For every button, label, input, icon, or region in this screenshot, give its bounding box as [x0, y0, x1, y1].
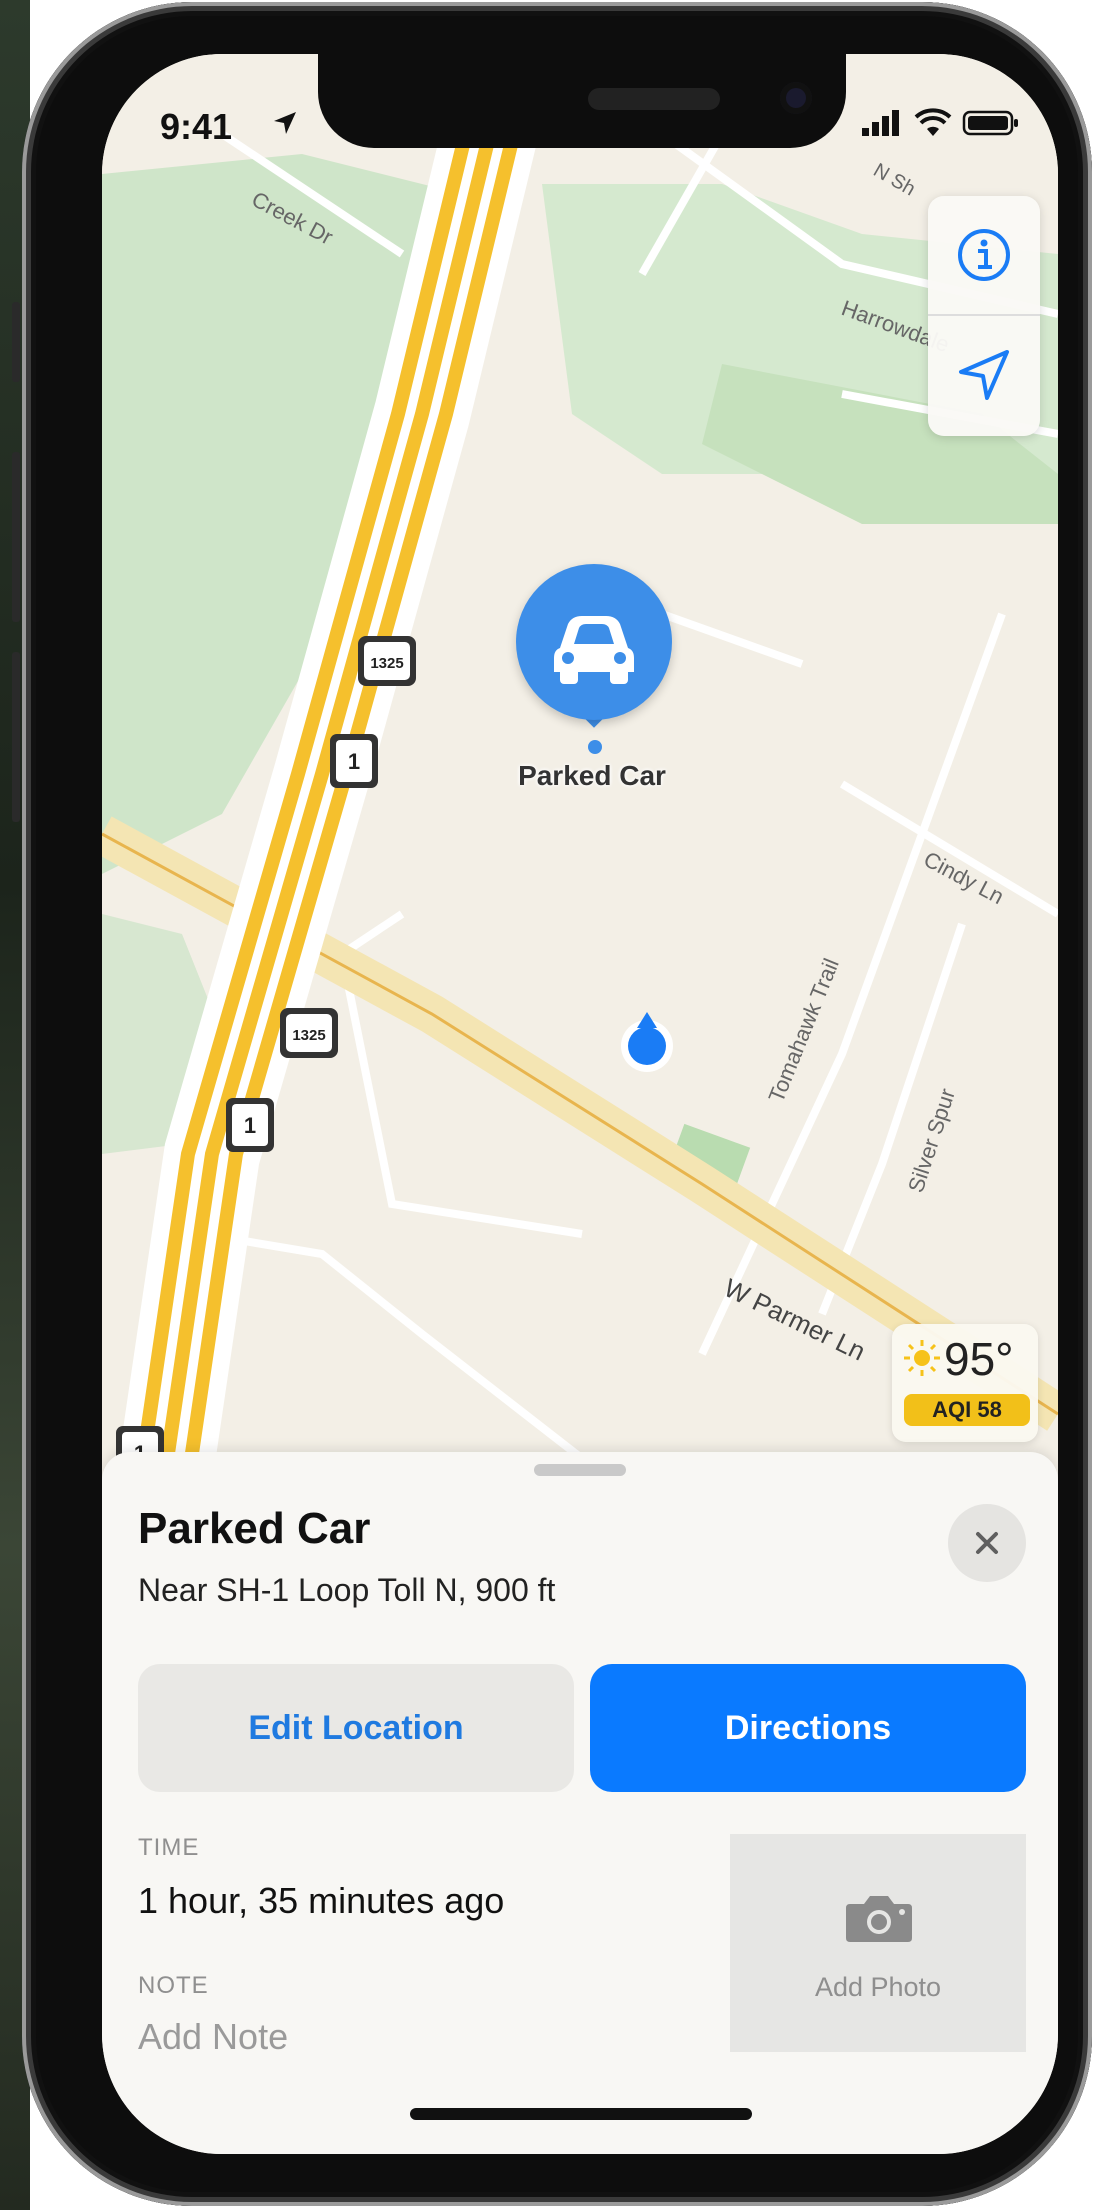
status-time: 9:41 — [160, 106, 233, 147]
parked-car-pin[interactable] — [516, 564, 672, 720]
wifi-icon — [914, 108, 952, 136]
time-label: TIME — [138, 1834, 200, 1861]
info-button[interactable] — [928, 196, 1040, 314]
sun-icon — [904, 1340, 940, 1376]
svg-text:1325: 1325 — [370, 655, 403, 672]
parked-car-map-label: Parked Car — [518, 760, 666, 791]
sheet-subtitle: Near SH-1 Loop Toll N, 900 ft — [138, 1572, 556, 1608]
speaker-grille — [588, 88, 720, 110]
temperature: 95° — [944, 1333, 1014, 1385]
parked-car-sheet: Parked Car Near SH-1 Loop Toll N, 900 ft… — [102, 1452, 1058, 2154]
note-label: NOTE — [138, 1972, 209, 1999]
cellular-signal-icon — [862, 110, 899, 136]
note-input[interactable]: Add Note — [138, 2016, 288, 2058]
directions-button[interactable]: Directions — [590, 1664, 1026, 1792]
time-value: 1 hour, 35 minutes ago — [138, 1880, 505, 1921]
highway-shield-1325: 1325 — [280, 1008, 338, 1058]
weather-widget[interactable]: 95° AQI 58 — [892, 1324, 1038, 1442]
pin-anchor-dot — [588, 740, 602, 754]
battery-icon — [962, 110, 1018, 136]
sheet-title: Parked Car — [138, 1504, 371, 1553]
status-indicators — [860, 108, 1020, 138]
location-arrow-icon — [959, 350, 1009, 400]
location-services-icon — [274, 112, 296, 134]
close-button[interactable] — [948, 1504, 1026, 1582]
notch — [318, 54, 846, 148]
camera-icon — [846, 1896, 912, 1942]
info-icon — [958, 229, 1010, 281]
home-indicator[interactable] — [410, 2108, 752, 2120]
map-controls — [928, 196, 1040, 436]
phone-screen: Creek Dr N Sh Harrowdale Cindy Ln Tomaha… — [102, 54, 1058, 2154]
highway-shield-1325: 1325 — [358, 636, 416, 686]
volume-down-button — [12, 652, 20, 822]
svg-text:1325: 1325 — [292, 1027, 325, 1044]
add-photo-button[interactable]: Add Photo — [730, 1834, 1026, 2052]
highway-shield-1: 1 — [226, 1098, 274, 1152]
add-photo-label: Add Photo — [814, 1972, 942, 2002]
volume-up-button — [12, 452, 20, 622]
phone-frame: Creek Dr N Sh Harrowdale Cindy Ln Tomaha… — [12, 2, 1092, 2206]
svg-text:1: 1 — [348, 749, 360, 774]
sheet-grabber[interactable] — [534, 1464, 626, 1476]
highway-shield-1: 1 — [330, 734, 378, 788]
aqi-badge: AQI 58 — [904, 1394, 1030, 1426]
edit-location-button[interactable]: Edit Location — [138, 1664, 574, 1792]
car-icon — [554, 616, 634, 684]
close-icon — [976, 1532, 998, 1554]
svg-text:1: 1 — [244, 1113, 256, 1138]
track-location-button[interactable] — [928, 316, 1040, 434]
front-camera — [780, 82, 812, 114]
mute-switch — [12, 302, 20, 382]
